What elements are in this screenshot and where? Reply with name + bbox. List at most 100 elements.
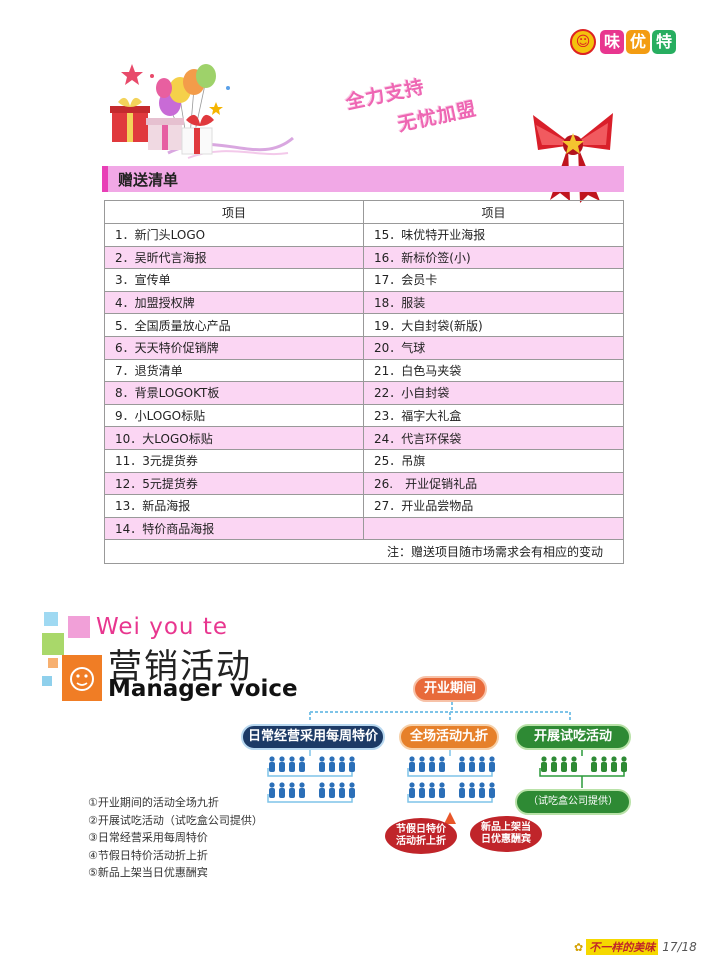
person-icon bbox=[289, 782, 295, 798]
decor-square-pink bbox=[68, 616, 90, 638]
page-footer: ✿ 不一样的美味 17/18 bbox=[574, 939, 697, 955]
list-item: ③日常经营采用每周特价 bbox=[88, 831, 208, 844]
gifts-balloons-illustration bbox=[110, 64, 294, 159]
table-cell: 4．加盟授权牌 bbox=[104, 290, 364, 315]
table-cell: 11．3元提货券 bbox=[104, 448, 364, 473]
table-cell: 16．新标价签(小) bbox=[363, 245, 624, 270]
table-cell: 3．宣传单 bbox=[104, 268, 364, 292]
node-new-product-offer: 新品上架当日优惠酬宾 bbox=[470, 816, 542, 852]
table-row: 10．大LOGO标贴 24．代言环保袋 bbox=[104, 426, 624, 450]
person-icon bbox=[479, 756, 485, 772]
brand-logo: ☺ 味 优 特 bbox=[570, 26, 682, 58]
gift-list-title: 赠送清单 bbox=[118, 171, 179, 189]
person-icon bbox=[489, 782, 495, 798]
person-icon bbox=[299, 782, 305, 798]
table-cell: 7．退货清单 bbox=[104, 358, 364, 383]
table-cell: 23．福字大礼盒 bbox=[363, 403, 624, 428]
logo-char-1: 味 bbox=[600, 30, 624, 54]
table-cell: 22．小自封袋 bbox=[363, 381, 624, 405]
person-icon bbox=[439, 756, 445, 772]
table-cell: 1．新门头LOGO bbox=[104, 223, 364, 247]
person-icon bbox=[269, 756, 275, 772]
logo-char-2: 优 bbox=[626, 30, 650, 54]
table-cell: 27．开业品尝物品 bbox=[363, 494, 624, 518]
table-row: 1．新门头LOGO 15．味优特开业海报 bbox=[104, 223, 624, 247]
decor-square-cyan bbox=[44, 612, 58, 626]
table-cell: 20．气球 bbox=[363, 335, 624, 360]
person-icon bbox=[269, 782, 275, 798]
node-holiday-discount: 节假日特价活动折上折 bbox=[385, 818, 457, 854]
gift-list-header: 赠送清单 bbox=[102, 166, 624, 192]
table-row: 7．退货清单 21．白色马夹袋 bbox=[104, 358, 624, 383]
person-icon bbox=[319, 756, 325, 772]
table-cell: 18．服装 bbox=[363, 290, 624, 315]
person-icon bbox=[419, 756, 425, 772]
list-item: ①开业期间的活动全场九折 bbox=[88, 796, 219, 809]
logo-text: 味 优 特 bbox=[600, 30, 678, 54]
person-icon bbox=[329, 782, 335, 798]
table-cell: 17．会员卡 bbox=[363, 268, 624, 292]
person-icon bbox=[429, 782, 435, 798]
person-icon bbox=[339, 782, 345, 798]
person-icon bbox=[551, 756, 557, 772]
activity-list: ①开业期间的活动全场九折 ②开展试吃活动（试吃盒公司提供） ③日常经营采用每周特… bbox=[88, 794, 263, 882]
person-icon bbox=[339, 756, 345, 772]
decor-square-orange bbox=[48, 658, 58, 668]
person-icon bbox=[299, 756, 305, 772]
table-cell: 26. 开业促销礼品 bbox=[363, 471, 624, 496]
table-cell: 2．吴昕代言海报 bbox=[104, 245, 364, 270]
person-icon bbox=[329, 756, 335, 772]
table-note-row: 注：赠送项目随市场需求会有相应的变动 bbox=[104, 539, 624, 565]
table-row: 2．吴昕代言海报 16．新标价签(小) bbox=[104, 245, 624, 270]
person-icon bbox=[349, 756, 355, 772]
person-icon bbox=[429, 756, 435, 772]
table-cell: 14．特价商品海报 bbox=[104, 516, 364, 541]
person-icon bbox=[459, 782, 465, 798]
table-row: 4．加盟授权牌 18．服装 bbox=[104, 290, 624, 315]
table-row: 13．新品海报 27．开业品尝物品 bbox=[104, 494, 624, 518]
table-header-row: 项目 项目 bbox=[104, 200, 624, 224]
table-cell: 9．小LOGO标贴 bbox=[104, 403, 364, 428]
gift-list-table: 项目 项目 1．新门头LOGO 15．味优特开业海报 2．吴昕代言海报 16．新标价签… bbox=[104, 200, 624, 565]
person-icon bbox=[409, 756, 415, 772]
table-cell: 5．全国质量放心产品 bbox=[104, 313, 364, 337]
table-cell: 24．代言环保袋 bbox=[363, 426, 624, 450]
table-cell: 6．天天特价促销牌 bbox=[104, 335, 364, 360]
table-header-cell: 项目 bbox=[363, 200, 624, 224]
decor-square-green bbox=[42, 633, 64, 655]
person-icon bbox=[459, 756, 465, 772]
list-item: ④节假日特价活动折上折 bbox=[88, 848, 208, 862]
table-cell: 25．吊旗 bbox=[363, 448, 624, 473]
table-row: 11．3元提货券 25．吊旗 bbox=[104, 448, 624, 473]
person-icon bbox=[621, 756, 627, 772]
person-icon bbox=[571, 756, 577, 772]
table-cell: 8．背景LOGOKT板 bbox=[104, 381, 364, 405]
table-row: 12．5元提货券 26. 开业促销礼品 bbox=[104, 471, 624, 496]
table-row: 14．特价商品海报 bbox=[104, 516, 624, 541]
table-row: 6．天天特价促销牌 20．气球 bbox=[104, 335, 624, 360]
table-cell: 13．新品海报 bbox=[104, 494, 364, 518]
person-icon bbox=[279, 782, 285, 798]
node-weekly-special: 日常经营采用每周特价 bbox=[241, 724, 385, 750]
person-icon bbox=[469, 782, 475, 798]
person-icon bbox=[541, 756, 547, 772]
node-tasting-activity: 开展试吃活动 bbox=[515, 724, 631, 750]
table-cell bbox=[363, 516, 624, 541]
table-row: 3．宣传单 17．会员卡 bbox=[104, 268, 624, 292]
person-icon bbox=[349, 782, 355, 798]
decor-square-blue bbox=[42, 676, 52, 686]
person-icon bbox=[601, 756, 607, 772]
page-number: 17/18 bbox=[662, 940, 697, 954]
person-icon bbox=[479, 782, 485, 798]
table-cell: 12．5元提货券 bbox=[104, 471, 364, 496]
table-note: 注：赠送项目随市场需求会有相应的变动 bbox=[104, 539, 624, 565]
list-item: ⑤新品上架当日优惠酬宾 bbox=[88, 866, 208, 879]
table-cell: 15．味优特开业海报 bbox=[363, 223, 624, 247]
brand-name-en: Wei you te bbox=[96, 614, 228, 640]
table-row: 8．背景LOGOKT板 22．小自封袋 bbox=[104, 381, 624, 405]
footer-tagline: 不一样的美味 bbox=[586, 939, 659, 955]
logo-char-3: 特 bbox=[652, 30, 676, 54]
mascot-emblem-icon: ☺ bbox=[570, 29, 596, 55]
person-icon bbox=[561, 756, 567, 772]
footer-leaf-icon: ✿ bbox=[574, 940, 584, 954]
